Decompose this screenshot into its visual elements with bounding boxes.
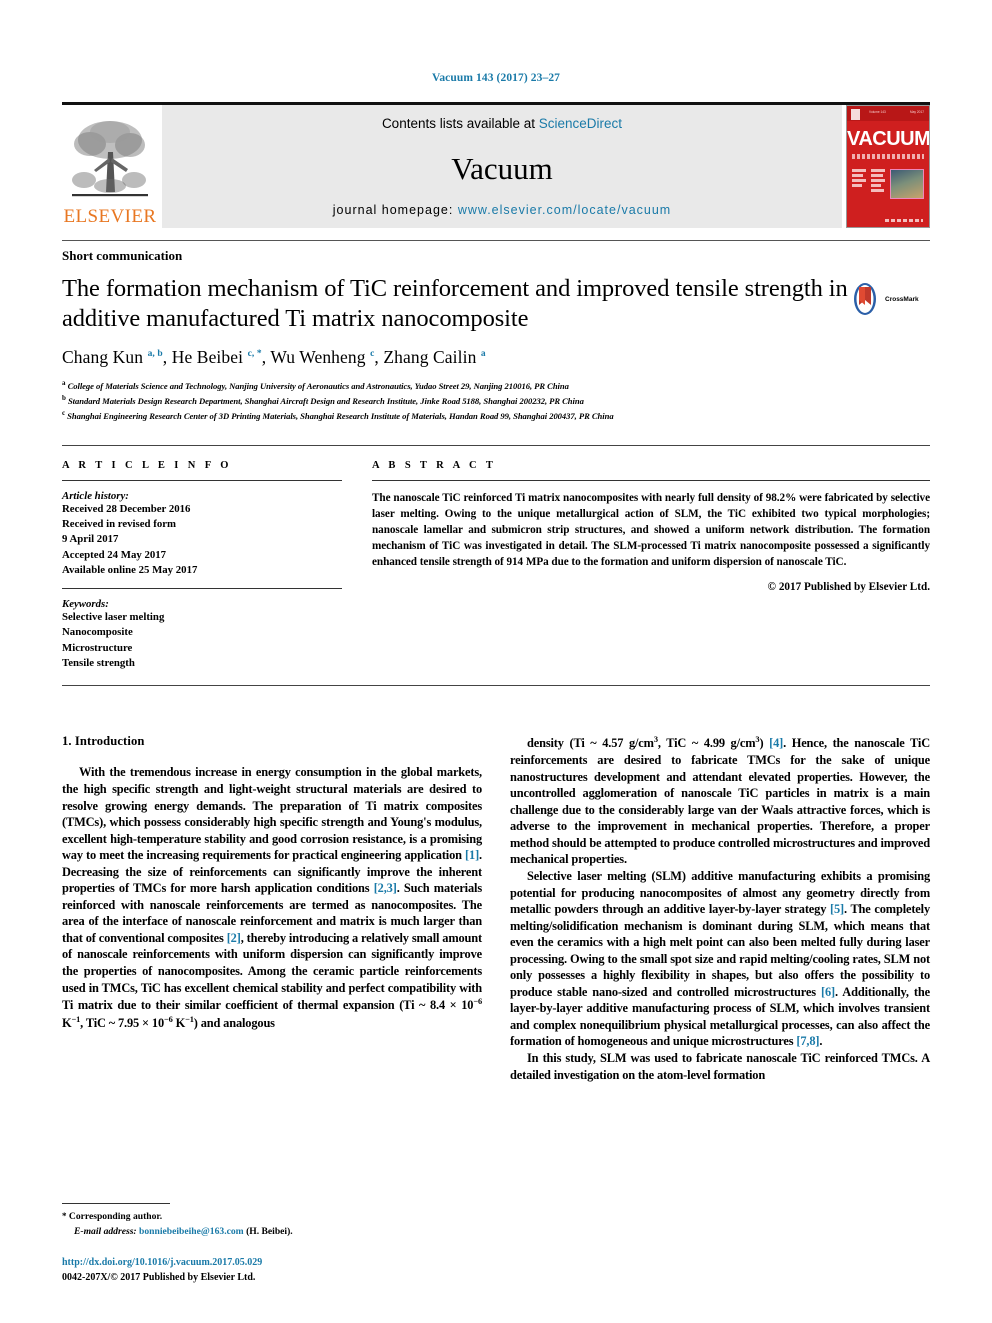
page-title: The formation mechanism of TiC reinforce… <box>62 275 848 332</box>
paragraph-intro-4: In this study, SLM was used to fabricate… <box>510 1050 930 1082</box>
cover-elsevier-mark <box>851 109 860 120</box>
body-column-left: 1. Introduction With the tremendous incr… <box>62 734 482 1083</box>
keyword-0: Selective laser melting <box>62 611 165 624</box>
abstract-heading: A B S T R A C T <box>372 459 497 471</box>
history-item-3: Accepted 24 May 2017 <box>62 548 167 561</box>
cover-top-strip: Volume 143 May 2017 <box>847 106 929 121</box>
article-type-label: Short communication <box>62 248 183 263</box>
elsevier-wordmark: ELSEVIER <box>63 206 157 227</box>
history-item-2: 9 April 2017 <box>62 533 119 546</box>
paragraph-intro-1: With the tremendous increase in energy c… <box>62 765 483 1030</box>
affiliation-marker-a: a <box>62 378 66 387</box>
cover-text-col-2 <box>871 169 887 199</box>
affiliation-b: b Standard Materials Design Research Dep… <box>62 393 930 408</box>
issn-copyright-line: 0042-207X/© 2017 Published by Elsevier L… <box>62 1272 256 1283</box>
info-abstract-block: A R T I C L E I N F O Article history: R… <box>62 444 930 672</box>
history-item-1: Received in revised form <box>62 517 177 530</box>
affiliation-list: a College of Materials Science and Techn… <box>62 378 930 423</box>
affiliation-c: c Shanghai Engineering Research Center o… <box>62 408 930 423</box>
sciencedirect-link[interactable]: ScienceDirect <box>539 116 622 131</box>
crossmark-badge[interactable]: CrossMark <box>848 282 930 316</box>
homepage-label: journal homepage: <box>332 203 458 217</box>
history-item-4: Available online 25 May 2017 <box>62 563 198 576</box>
abstract-rule <box>372 479 930 481</box>
affiliation-text-c: Shanghai Engineering Research Center of … <box>67 410 614 421</box>
contents-list-line: Contents lists available at ScienceDirec… <box>382 116 622 131</box>
journal-citation-masthead: Vacuum 143 (2017) 23–27 <box>431 72 561 84</box>
cover-body <box>852 169 924 199</box>
article-history-label: Article history: <box>62 489 129 502</box>
email-label: E-mail address: <box>74 1225 137 1237</box>
keywords-rule <box>62 588 342 590</box>
journal-title: Vacuum <box>451 150 553 186</box>
affiliation-marker-c: c <box>62 408 66 417</box>
article-info-heading: A R T I C L E I N F O <box>62 459 232 471</box>
keyword-1: Nanocomposite <box>62 626 133 639</box>
history-item-0: Received 28 December 2016 <box>62 502 191 515</box>
corresponding-author-text: Corresponding author. <box>68 1211 163 1223</box>
affiliation-a: a College of Materials Science and Techn… <box>62 378 930 393</box>
paragraph-intro-2: density (Ti ~ 4.57 g/cm3, TiC ~ 4.99 g/c… <box>510 735 930 867</box>
journal-cover-thumbnail: Volume 143 May 2017 VACUUM <box>846 105 930 228</box>
crossmark-icon <box>854 283 876 315</box>
cover-bottom-strip <box>885 219 923 222</box>
footnote-block: * Corresponding author. E-mail address: … <box>62 1203 468 1285</box>
keywords-label: Keywords: <box>62 598 109 611</box>
article-info-rule <box>62 479 342 481</box>
footnote-rule <box>62 1203 170 1205</box>
journal-header-band: ELSEVIER Contents lists available at Sci… <box>62 102 930 228</box>
cover-wordmark: VACUUM <box>847 128 930 150</box>
affiliation-marker-b: b <box>62 393 66 402</box>
crossmark-label: CrossMark <box>885 295 919 303</box>
body-column-right: density (Ti ~ 4.57 g/cm3, TiC ~ 4.99 g/c… <box>510 734 930 1083</box>
cover-photo <box>890 169 924 199</box>
journal-banner: Contents lists available at ScienceDirec… <box>162 105 842 228</box>
email-note: E-mail address: bonniebeibeihe@163.com (… <box>62 1225 468 1239</box>
cover-subtitle-bar <box>852 154 924 159</box>
cover-text-col-1 <box>852 169 868 199</box>
elsevier-tree-icon <box>72 121 148 197</box>
abstract-copyright: © 2017 Published by Elsevier Ltd. <box>767 581 930 594</box>
doi-block: http://dx.doi.org/10.1016/j.vacuum.2017.… <box>62 1255 468 1285</box>
article-info-column: A R T I C L E I N F O Article history: R… <box>62 446 360 672</box>
section-heading-introduction: 1. Introduction <box>62 734 145 749</box>
abstract-text: The nanoscale TiC reinforced Ti matrix n… <box>372 491 930 569</box>
contents-prefix: Contents lists available at <box>381 116 539 131</box>
info-block-bottom-rule <box>62 685 930 687</box>
author-list: Chang Kun a, b, He Beibei c, *, Wu Wenhe… <box>62 346 486 367</box>
paper-page: Vacuum 143 (2017) 23–27 ELSEVIER Content… <box>0 0 992 1323</box>
affiliation-text-a: College of Materials Science and Technol… <box>67 380 569 391</box>
abstract-column: A B S T R A C T The nanoscale TiC reinfo… <box>360 446 930 672</box>
affiliation-text-b: Standard Materials Design Research Depar… <box>67 395 584 406</box>
doi-link[interactable]: http://dx.doi.org/10.1016/j.vacuum.2017.… <box>62 1255 468 1270</box>
homepage-url-link[interactable]: www.elsevier.com/locate/vacuum <box>458 203 671 217</box>
cover-date-text: May 2017 <box>910 110 924 114</box>
keyword-3: Tensile strength <box>62 657 135 670</box>
email-owner: (H. Beibei). <box>246 1225 293 1237</box>
email-link[interactable]: bonniebeibeihe@163.com <box>139 1226 244 1237</box>
elsevier-logo: ELSEVIER <box>62 105 158 228</box>
body-columns: 1. Introduction With the tremendous incr… <box>62 734 930 1083</box>
cover-volume-text: Volume 143 <box>869 110 886 114</box>
corresponding-author-note: * Corresponding author. <box>62 1210 468 1224</box>
asterisk-icon: * <box>62 1211 67 1222</box>
journal-homepage-line: journal homepage: www.elsevier.com/locat… <box>333 203 671 217</box>
keyword-2: Microstructure <box>62 641 133 654</box>
paragraph-intro-3: Selective laser melting (SLM) additive m… <box>510 868 931 1049</box>
title-row: The formation mechanism of TiC reinforce… <box>62 264 930 334</box>
